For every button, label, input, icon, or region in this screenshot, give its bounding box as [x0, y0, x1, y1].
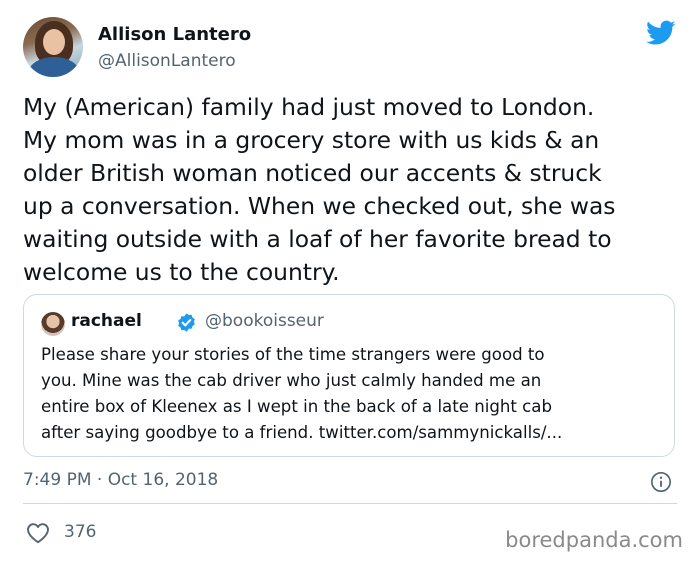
twitter-bird-icon[interactable] — [646, 20, 676, 46]
avatar-face — [43, 29, 65, 55]
tweet-text-line: older British woman noticed our accents … — [23, 159, 602, 187]
quoted-text-line: Please share your stories of the time st… — [41, 345, 545, 364]
quoted-text-line: entire box of Kleenex as I wept in the b… — [41, 397, 552, 416]
like-count: 376 — [64, 522, 97, 542]
author-handle[interactable]: @AllisonLantero — [98, 51, 236, 71]
tweet-text-line: My (American) family had just moved to L… — [23, 93, 595, 121]
tweet-text-line: up a conversation. When we checked out, … — [23, 192, 616, 220]
quoted-text-line: after saying goodbye to a friend. twitte… — [41, 423, 563, 442]
author-display-name[interactable]: Allison Lantero — [98, 24, 251, 45]
tweet-text: My (American) family had just moved to L… — [23, 91, 683, 289]
info-icon[interactable] — [650, 471, 672, 493]
avatar-shirt — [29, 57, 79, 77]
quoted-author-display-name: rachael — [71, 311, 142, 331]
tweet-text-line: waiting outside with a loaf of her favor… — [23, 225, 612, 253]
quoted-author-handle: @bookoisseur — [205, 311, 324, 331]
quoted-text-line: you. Mine was the cab driver who just ca… — [41, 371, 542, 390]
heart-icon[interactable] — [26, 522, 50, 544]
author-avatar[interactable] — [23, 17, 83, 77]
quoted-author-avatar[interactable] — [41, 312, 65, 336]
tweet-timestamp[interactable]: 7:49 PM · Oct 16, 2018 — [23, 470, 218, 490]
verified-badge-icon — [178, 313, 195, 332]
actions-divider — [23, 503, 677, 504]
quoted-tweet-text: Please share your stories of the time st… — [41, 342, 661, 446]
quoted-tweet-card[interactable]: rachael @bookoisseur Please share your s… — [23, 294, 675, 457]
tweet-text-line: My mom was in a grocery store with us ki… — [23, 126, 600, 154]
watermark: boredpanda.com — [505, 528, 683, 552]
tweet-text-line: welcome us to the country. — [23, 258, 340, 286]
